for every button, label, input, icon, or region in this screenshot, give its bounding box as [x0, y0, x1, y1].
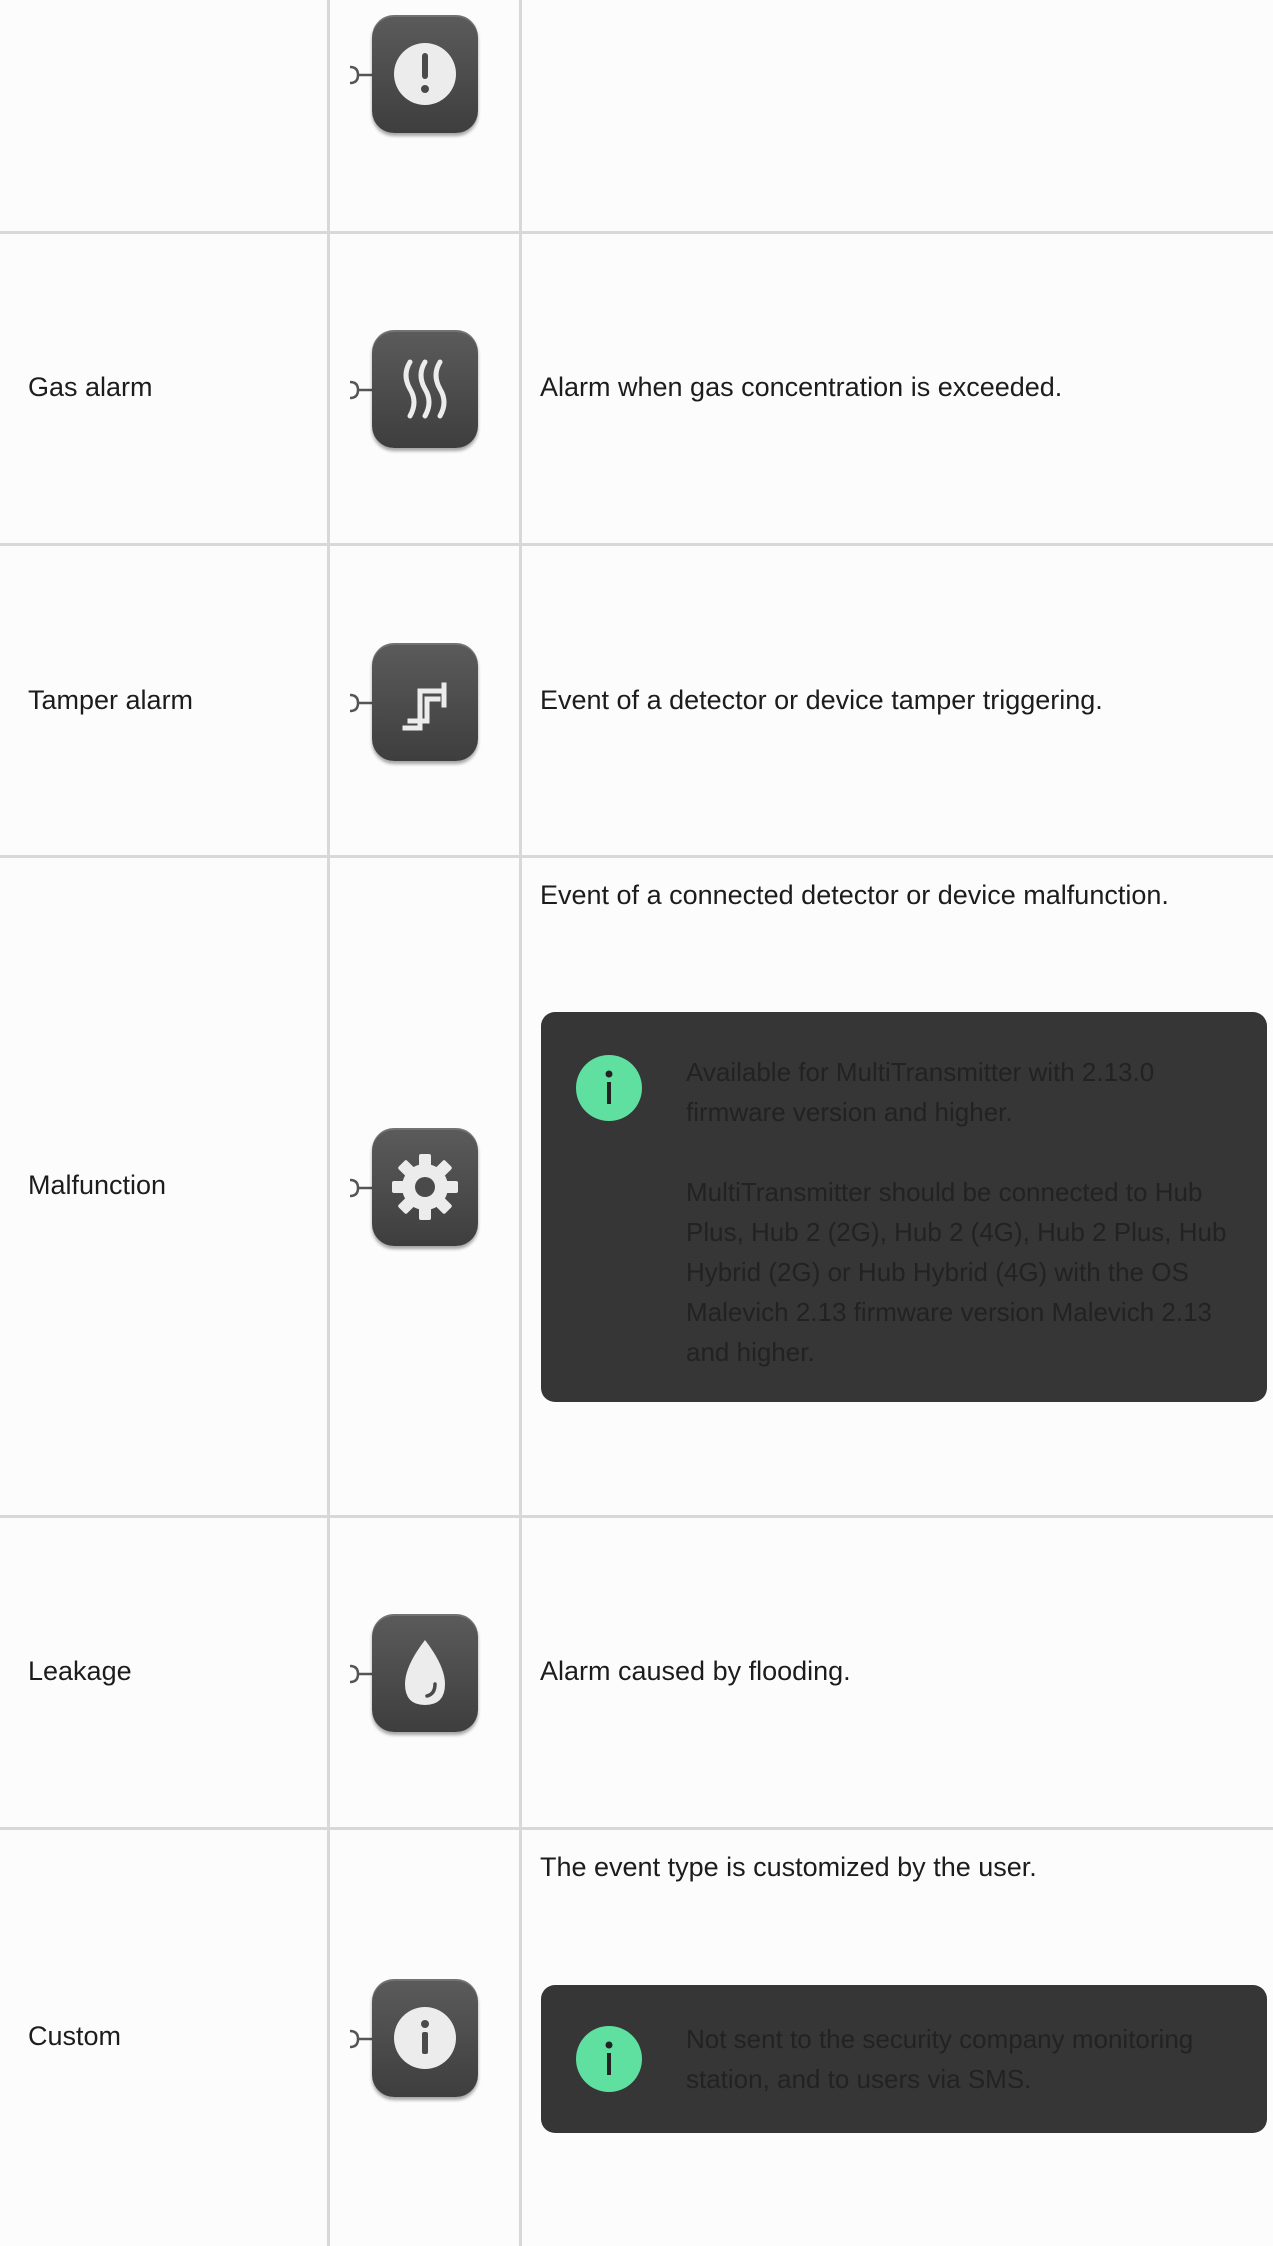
event-description: The event type is customized by the user…	[540, 1852, 1037, 1882]
info-icon	[576, 1055, 642, 1121]
connector-icon	[349, 380, 374, 400]
event-description: Event of a connected detector or device …	[540, 880, 1169, 910]
info-icon	[576, 2026, 642, 2092]
info-note: Available for MultiTransmitter with 2.13…	[541, 1012, 1267, 1402]
event-description: Alarm when gas concentration is exceeded…	[540, 372, 1063, 402]
event-name: Custom	[28, 2021, 122, 2051]
connector-icon	[349, 1178, 374, 1198]
note-paragraph: MultiTransmitter should be connected to …	[686, 1177, 1227, 1367]
note-paragraph: Not sent to the security company monitor…	[686, 2024, 1194, 2094]
event-name: Malfunction	[28, 1170, 167, 1200]
event-description: Event of a detector or device tamper tri…	[540, 685, 1103, 715]
event-icon	[346, 330, 480, 450]
table-row: Gas alarm Alarm when gas concentration i…	[0, 234, 1273, 546]
connector-icon	[349, 65, 374, 85]
table-row: Custom The event type is customized by t…	[0, 1830, 1273, 2246]
note-text: Not sent to the security company monitor…	[686, 2019, 1236, 2099]
gas-waves-icon	[372, 330, 478, 448]
event-name: Tamper alarm	[28, 685, 194, 715]
connector-icon	[349, 1664, 374, 1684]
note-paragraph: Available for MultiTransmitter with 2.13…	[686, 1057, 1155, 1127]
connector-icon	[349, 693, 374, 713]
event-types-table: Gas alarm Alarm when gas concentration i…	[0, 0, 1273, 2246]
exclamation-icon	[372, 15, 478, 133]
event-icon	[346, 15, 480, 135]
event-icon	[346, 1979, 480, 2099]
event-icon	[346, 1128, 480, 1248]
table-row	[0, 0, 1273, 234]
table-row: Leakage Alarm caused by flooding.	[0, 1518, 1273, 1830]
event-name: Leakage	[28, 1656, 132, 1686]
note-text: Available for MultiTransmitter with 2.13…	[686, 1052, 1236, 1372]
event-icon	[346, 1614, 480, 1734]
tamper-icon	[372, 643, 478, 761]
table-row: Tamper alarm Event of a detector or devi…	[0, 546, 1273, 858]
event-icon	[346, 643, 480, 763]
info-icon	[372, 1979, 478, 2097]
water-drop-icon	[372, 1614, 478, 1732]
connector-icon	[349, 2029, 374, 2049]
event-name: Gas alarm	[28, 372, 153, 402]
event-description: Alarm caused by flooding.	[540, 1656, 851, 1686]
gear-icon	[372, 1128, 478, 1246]
info-note: Not sent to the security company monitor…	[541, 1985, 1267, 2133]
table-row: Malfunction Event of a connected detecto…	[0, 858, 1273, 1518]
